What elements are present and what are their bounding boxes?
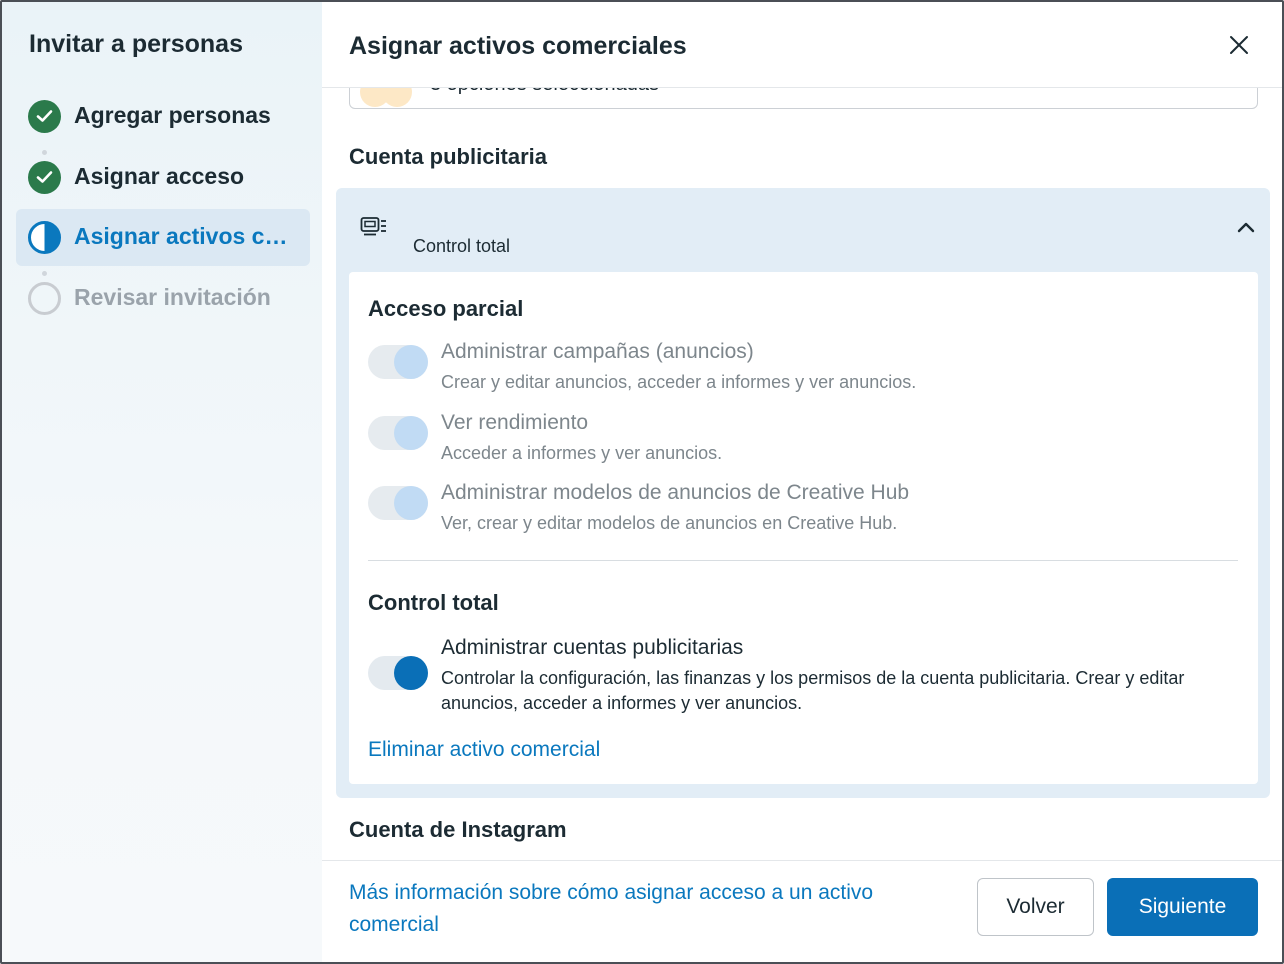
step-label: Asignar activos comerciales <box>74 223 300 249</box>
empty-circle-icon <box>28 282 61 315</box>
step-label: Agregar personas <box>74 102 271 128</box>
permission-description: Controlar la configuración, las finanzas… <box>441 668 1185 713</box>
remove-asset-link[interactable]: Eliminar activo comercial <box>368 738 600 762</box>
step-add-people[interactable]: Agregar personas <box>16 88 310 145</box>
selected-summary: 3 opciones seleccionadas <box>430 88 659 96</box>
close-button[interactable] <box>1226 32 1252 58</box>
asset-avatars <box>360 88 414 107</box>
sidebar-title: Invitar a personas <box>29 30 243 58</box>
partial-access-title: Acceso parcial <box>368 296 524 321</box>
chevron-up-icon[interactable] <box>1236 220 1256 239</box>
dialog-footer: Más información sobre cómo asignar acces… <box>322 860 1282 962</box>
ad-account-card-header[interactable]: Control total <box>336 188 1270 272</box>
check-circle-icon <box>28 161 61 194</box>
permission-toggle[interactable] <box>368 486 428 520</box>
step-label: Revisar invitación <box>74 284 271 310</box>
permission-toggle[interactable] <box>368 416 428 450</box>
permission-label: Administrar cuentas publicitarias <box>441 636 744 659</box>
permissions-panel: Acceso parcial Administrar campañas (anu… <box>349 272 1258 784</box>
next-button[interactable]: Siguiente <box>1107 878 1258 936</box>
divider <box>368 560 1238 561</box>
selected-assets-field[interactable]: 3 opciones seleccionadas <box>349 88 1258 109</box>
help-link[interactable]: Más información sobre cómo asignar acces… <box>349 877 949 941</box>
permission-toggle[interactable] <box>368 656 428 690</box>
ad-account-card: Control total Acceso parcial Administrar… <box>336 188 1270 798</box>
step-label: Asignar acceso <box>74 163 245 189</box>
main-panel: Asignar activos comerciales 3 opciones s… <box>322 2 1282 962</box>
permission-label: Ver rendimiento <box>441 411 589 434</box>
check-circle-icon <box>28 100 61 133</box>
back-button[interactable]: Volver <box>977 878 1094 936</box>
steps-sidebar: Invitar a personas Agregar personas Asig… <box>2 2 322 962</box>
dialog-title: Asignar activos comerciales <box>349 32 687 60</box>
ad-account-section-title: Cuenta publicitaria <box>349 144 548 169</box>
permission-description: Acceder a informes y ver anuncios. <box>441 443 723 463</box>
access-level-label: Control total <box>413 236 511 256</box>
invite-dialog: Invitar a personas Agregar personas Asig… <box>0 0 1284 964</box>
full-control-title: Control total <box>368 590 499 615</box>
instagram-section-title: Cuenta de Instagram <box>349 817 567 842</box>
permission-toggle[interactable] <box>368 345 428 379</box>
permission-label: Administrar modelos de anuncios de Creat… <box>441 481 910 504</box>
half-circle-icon <box>28 221 61 254</box>
close-icon <box>1230 36 1248 54</box>
ad-account-icon <box>360 216 388 243</box>
step-assign-access[interactable]: Asignar acceso <box>16 149 310 206</box>
permission-label: Administrar campañas (anuncios) <box>441 340 754 363</box>
dialog-header: Asignar activos comerciales <box>322 2 1282 88</box>
scroll-area[interactable]: 3 opciones seleccionadas Cuenta publicit… <box>322 88 1282 860</box>
step-assign-assets[interactable]: Asignar activos comerciales <box>16 209 310 266</box>
step-review-invitation[interactable]: Revisar invitación <box>16 270 310 327</box>
permission-description: Ver, crear y editar modelos de anuncios … <box>441 513 898 533</box>
permission-description: Crear y editar anuncios, acceder a infor… <box>441 372 917 392</box>
